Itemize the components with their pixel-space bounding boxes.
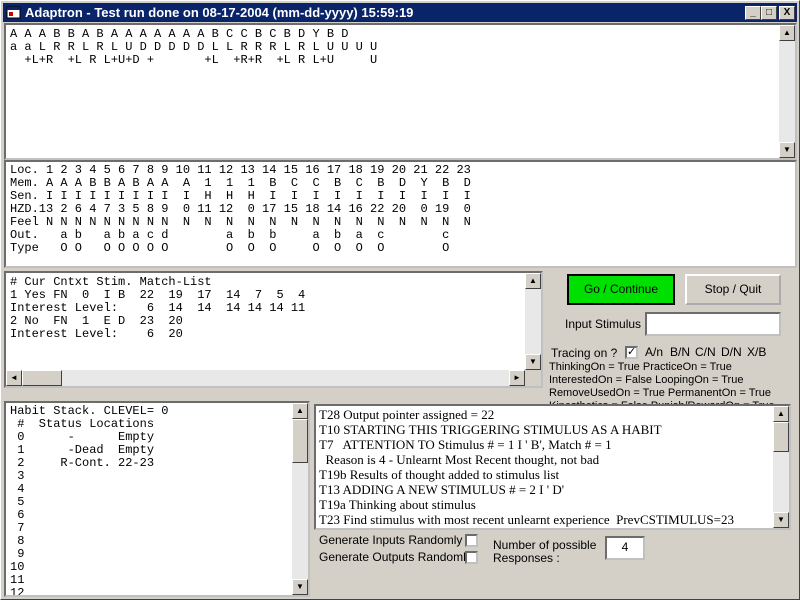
match-hscroll[interactable]: ◄ ►: [6, 370, 525, 386]
num-responses-field[interactable]: 4: [605, 536, 645, 560]
scroll-down-icon[interactable]: ▼: [525, 354, 541, 370]
maximize-button[interactable]: □: [761, 6, 777, 20]
sequence-line-3: +L+R +L R L+U+D + +L +R+R +L R L+U U: [10, 53, 378, 67]
scroll-up-icon[interactable]: ▲: [773, 406, 789, 422]
gen-outputs-label: Generate Outputs Randomly?: [319, 550, 479, 564]
trace-vscroll-thumb[interactable]: [773, 422, 789, 452]
tracing-option-a[interactable]: A/n: [645, 345, 663, 359]
sequence-panel[interactable]: A A A B B A B A A A A A A A B C C B C B …: [4, 23, 797, 160]
stop-quit-button[interactable]: Stop / Quit: [685, 274, 781, 305]
trace-line-4: Reason is 4 - Unlearnt Most Recent thoug…: [319, 452, 600, 467]
go-continue-button[interactable]: Go / Continue: [567, 274, 675, 305]
scroll-down-icon[interactable]: ▼: [292, 579, 308, 595]
scroll-up-icon[interactable]: ▲: [525, 273, 541, 289]
window-title: Adaptron - Test run done on 08-17-2004 (…: [25, 5, 414, 20]
trace-line-2: T10 STARTING THIS TRIGGERING STIMULUS AS…: [319, 422, 662, 437]
scroll-corner: [525, 370, 541, 386]
sequence-vscroll[interactable]: ▲ ▼: [779, 25, 795, 158]
input-stimulus-label: Input Stimulus :: [565, 317, 648, 331]
trace-line-3: T7 ATTENTION TO Stimulus # = 1 I ' B', M…: [319, 437, 612, 452]
status-line-3: RemoveUsedOn = True PermanentOn = True: [549, 387, 771, 399]
gen-inputs-label: Generate Inputs Randomly ?: [319, 533, 473, 547]
habit-vscroll-thumb[interactable]: [292, 419, 308, 463]
status-line-1: ThinkingOn = True PracticeOn = True: [549, 361, 732, 373]
trace-line-6: T13 ADDING A NEW STIMULUS # = 2 I ' D': [319, 482, 565, 497]
status-line-2: InterestedOn = False LoopingOn = True: [549, 374, 744, 386]
tracing-option-x[interactable]: X/B: [747, 345, 766, 359]
match-list-panel[interactable]: # Cur Cntxt Stim. Match-List 1 Yes FN 0 …: [4, 271, 543, 388]
scroll-right-icon[interactable]: ►: [509, 370, 525, 386]
habit-row-12: 12: [10, 586, 25, 597]
close-button[interactable]: X: [779, 6, 795, 20]
tracing-checkbox[interactable]: ✓: [625, 346, 638, 359]
trace-log-panel[interactable]: T28 Output pointer assigned = 22 T10 STA…: [314, 404, 791, 530]
tracing-option-c[interactable]: C/N: [695, 345, 716, 359]
trace-line-5: T19b Results of thought added to stimulu…: [319, 467, 560, 482]
memory-panel[interactable]: Loc. 1 2 3 4 5 6 7 8 9 10 11 12 13 14 15…: [4, 160, 797, 268]
tracing-option-b[interactable]: B/N: [670, 345, 690, 359]
gen-inputs-checkbox[interactable]: [465, 534, 478, 547]
num-responses-label-2: Responses :: [493, 551, 560, 565]
habit-stack-panel[interactable]: Habit Stack. CLEVEL= 0 # Status Location…: [4, 401, 310, 597]
gen-outputs-checkbox[interactable]: [465, 551, 478, 564]
title-bar[interactable]: Adaptron - Test run done on 08-17-2004 (…: [3, 3, 797, 22]
scroll-up-icon[interactable]: ▲: [779, 25, 795, 41]
habit-row-2: 2 R-Cont. 22-23: [10, 456, 155, 470]
trace-vscroll[interactable]: ▲ ▼: [773, 406, 789, 528]
scroll-down-icon[interactable]: ▼: [773, 512, 789, 528]
match-vscroll[interactable]: ▲ ▼: [525, 273, 541, 370]
main-window: Adaptron - Test run done on 08-17-2004 (…: [0, 0, 800, 600]
input-stimulus-field[interactable]: [645, 312, 781, 336]
memory-type-row: Type O O O O O O O O O O O O O O O: [10, 241, 450, 255]
num-responses-label: Number of possible: [493, 538, 597, 552]
trace-line-8: T23 Find stimulus with most recent unlea…: [319, 512, 734, 527]
tracing-option-d[interactable]: D/N: [721, 345, 742, 359]
minimize-button[interactable]: _: [745, 6, 761, 20]
scroll-left-icon[interactable]: ◄: [6, 370, 22, 386]
trace-line-7: T19a Thinking about stimulus: [319, 497, 476, 512]
match-interest-2: Interest Level: 6 20: [10, 327, 183, 341]
habit-vscroll[interactable]: ▲ ▼: [292, 403, 308, 595]
scroll-up-icon[interactable]: ▲: [292, 403, 308, 419]
tracing-label: Tracing on ?: [551, 346, 618, 360]
scroll-down-icon[interactable]: ▼: [779, 142, 795, 158]
trace-line-1: T28 Output pointer assigned = 22: [319, 407, 495, 422]
match-hscroll-thumb[interactable]: [22, 370, 62, 386]
app-icon: [6, 6, 21, 19]
